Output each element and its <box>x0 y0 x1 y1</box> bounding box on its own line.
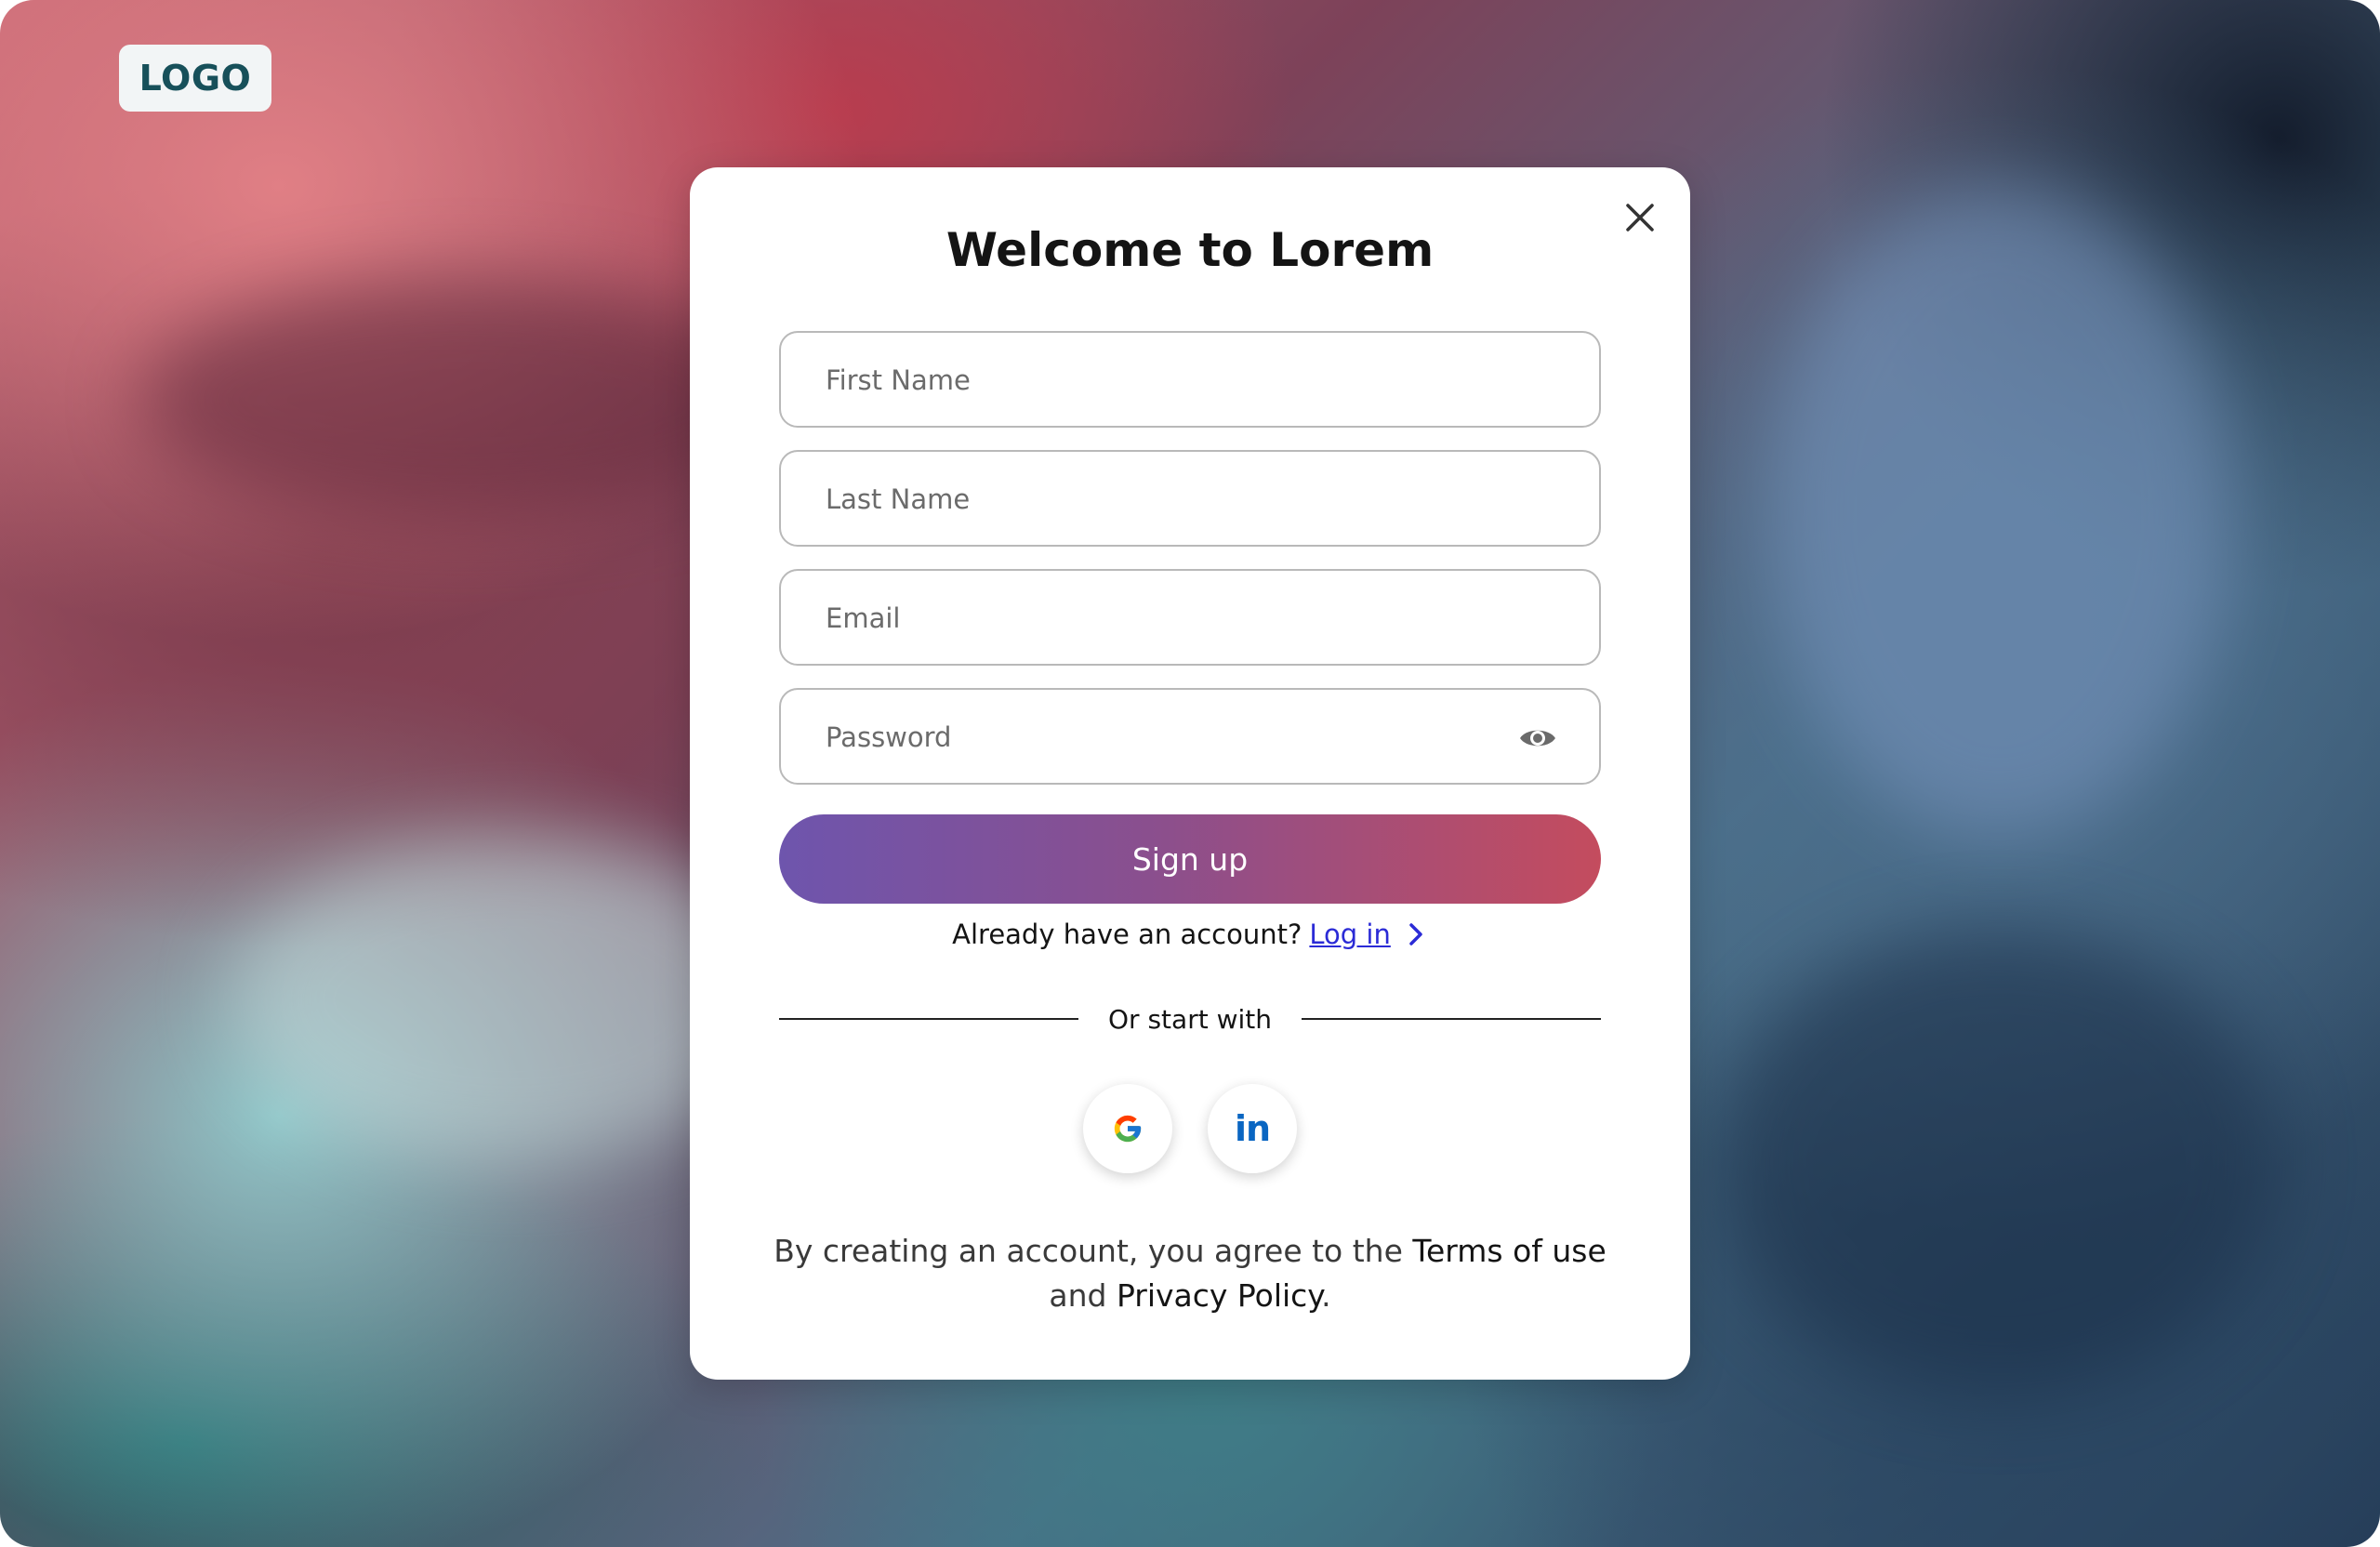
password-field-wrapper <box>779 688 1601 785</box>
login-prompt-text: Already have an account? <box>952 919 1302 950</box>
eye-icon <box>1520 730 1555 747</box>
first-name-field[interactable] <box>824 333 1534 428</box>
email-field-wrapper <box>779 569 1601 666</box>
modal-title: Welcome to Lorem <box>945 223 1435 277</box>
login-link[interactable]: Log in <box>1309 919 1390 950</box>
password-visibility-toggle[interactable] <box>1517 720 1558 757</box>
terms-prefix: By creating an account, you agree to the <box>774 1233 1403 1269</box>
terms-of-use-link[interactable]: Terms of use <box>1412 1233 1606 1269</box>
terms-notice: By creating an account, you agree to the… <box>746 1229 1634 1318</box>
login-prompt-row: Already have an account? Log in <box>690 919 1690 950</box>
first-name-field-wrapper <box>779 331 1601 428</box>
logo[interactable]: LOGO <box>119 45 271 112</box>
or-divider: Or start with <box>779 998 1602 1039</box>
divider-line-right <box>1302 1018 1602 1020</box>
last-name-field-wrapper <box>779 450 1601 547</box>
divider-label: Or start with <box>1108 1003 1272 1035</box>
linkedin-login-button[interactable]: in <box>1208 1084 1297 1173</box>
divider-line-left <box>779 1018 1079 1020</box>
google-login-button[interactable] <box>1083 1084 1172 1173</box>
chevron-right-icon[interactable] <box>1404 920 1428 948</box>
sign-up-button[interactable]: Sign up <box>779 814 1601 904</box>
background-swirl <box>1720 930 2278 1395</box>
terms-middle: and <box>1049 1277 1107 1314</box>
email-field[interactable] <box>824 571 1534 666</box>
page-background: LOGO Welcome to Lorem First Name Last Na… <box>0 0 2380 1547</box>
social-login-row: in <box>690 1084 1690 1173</box>
privacy-policy-link[interactable]: Privacy Policy <box>1117 1277 1321 1314</box>
last-name-field[interactable] <box>824 452 1534 547</box>
terms-suffix: . <box>1321 1277 1331 1314</box>
google-icon <box>1114 1115 1142 1143</box>
background-swirl <box>1766 186 2231 837</box>
password-field[interactable] <box>824 690 1534 785</box>
signup-modal: Welcome to Lorem Sign up Already have an… <box>690 167 1690 1380</box>
linkedin-icon: in <box>1234 1108 1271 1149</box>
